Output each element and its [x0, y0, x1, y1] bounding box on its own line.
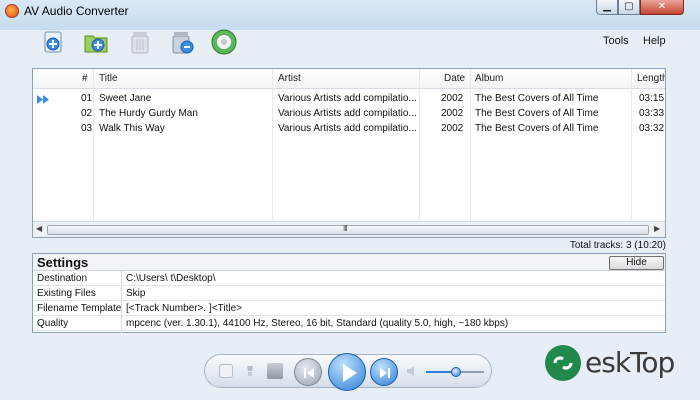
play-button[interactable]	[328, 353, 366, 391]
scroll-left-icon[interactable]: ◀	[36, 224, 42, 233]
column-header-number[interactable]: #	[82, 73, 88, 84]
toolbar: Tools Help	[6, 24, 694, 62]
cell-length: 03:32	[639, 123, 665, 134]
now-playing-icon	[37, 95, 49, 104]
previous-icon	[304, 368, 314, 378]
column-header-artist[interactable]: Artist	[278, 73, 301, 84]
track-list[interactable]: # Title Artist Date Album Length 01 Sweet…	[32, 68, 666, 238]
cell-album: The Best Covers of All Time	[475, 108, 599, 119]
cell-title: The Hurdy Gurdy Man	[99, 108, 198, 119]
cell-num: 02	[81, 108, 93, 119]
menu-help[interactable]: Help	[643, 35, 666, 47]
next-icon	[380, 368, 390, 378]
app-logo-icon	[5, 4, 19, 18]
close-button[interactable]: ✕	[640, 0, 684, 15]
track-list-header: # Title Artist Date Album Length	[33, 69, 665, 89]
player-controls	[204, 353, 492, 391]
cell-length: 03:15	[639, 93, 665, 104]
settings-row[interactable]: Existing Files Skip	[33, 286, 665, 301]
delete-icon[interactable]	[126, 28, 154, 56]
add-file-icon[interactable]	[40, 28, 68, 56]
play-icon	[343, 364, 357, 382]
settings-key: Existing Files	[37, 288, 96, 299]
table-row[interactable]: 03 Walk This Way Various Artists add compi…	[33, 122, 665, 137]
maximize-icon: ▢	[624, 1, 634, 12]
minimize-icon: ▁	[603, 1, 611, 12]
convert-icon[interactable]	[210, 28, 238, 56]
delete-all-icon[interactable]	[168, 28, 196, 56]
horizontal-scrollbar[interactable]: ◀ III ▶	[33, 221, 665, 237]
settings-value: [<Track Number>. ]<Title>	[126, 303, 242, 314]
output-format-icon[interactable]	[219, 364, 233, 378]
cell-album: The Best Covers of All Time	[475, 93, 599, 104]
cell-artist: Various Artists add compilatio...	[278, 93, 417, 104]
column-header-date[interactable]: Date	[444, 73, 465, 84]
window-title: AV Audio Converter	[24, 4, 129, 18]
settings-value: Skip	[126, 288, 146, 299]
total-tracks: Total tracks: 3 (10:20)	[569, 240, 666, 251]
cell-length: 03:33	[639, 108, 665, 119]
settings-row[interactable]: Quality mpcenc (ver. 1.30.1), 44100 Hz, S…	[33, 316, 665, 331]
cell-title: Sweet Jane	[99, 93, 152, 104]
cell-artist: Various Artists add compilatio...	[278, 108, 417, 119]
settings-row[interactable]: Filename Template [<Track Number>. ]<Titl…	[33, 301, 665, 316]
settings-key: Destination	[37, 273, 88, 284]
cell-album: The Best Covers of All Time	[475, 123, 599, 134]
column-header-title[interactable]: Title	[99, 73, 118, 84]
close-icon: ✕	[657, 1, 667, 12]
cell-date: 2002	[441, 123, 464, 134]
table-row[interactable]: 01 Sweet Jane Various Artists add compilat…	[33, 92, 665, 107]
column-header-length[interactable]: Length	[637, 73, 665, 84]
cell-title: Walk This Way	[99, 123, 165, 134]
minimize-button[interactable]: ▁	[596, 0, 618, 15]
column-header-album[interactable]: Album	[475, 73, 503, 84]
scrollbar-thumb[interactable]: III	[47, 224, 649, 235]
settings-key: Filename Template	[37, 303, 122, 314]
hide-settings-button[interactable]: Hide	[609, 256, 664, 270]
settings-title: Settings	[37, 255, 89, 270]
scrollbar-grip: III	[343, 224, 348, 233]
maximize-button[interactable]: ▢	[618, 0, 640, 15]
tag-icon[interactable]	[243, 364, 257, 378]
app-window: AV Audio Converter ▁ ▢ ✕ Tools Help # Ti…	[0, 0, 700, 400]
table-row[interactable]: 02 The Hurdy Gurdy Man Various Artists add…	[33, 107, 665, 122]
menu-tools[interactable]: Tools	[603, 35, 629, 47]
cell-artist: Various Artists add compilatio...	[278, 123, 417, 134]
settings-row[interactable]: Destination C:\Users\ t\Desktop\	[33, 271, 665, 286]
cell-num: 01	[81, 93, 93, 104]
add-folder-icon[interactable]	[82, 28, 110, 56]
volume-slider[interactable]	[426, 367, 484, 377]
watermark-text: eskTop	[585, 346, 675, 379]
scroll-right-icon[interactable]: ▶	[654, 224, 660, 233]
previous-track-button[interactable]	[294, 358, 322, 386]
settings-value: mpcenc (ver. 1.30.1), 44100 Hz, Stereo, …	[126, 318, 509, 329]
cell-date: 2002	[441, 108, 464, 119]
next-track-button[interactable]	[370, 358, 398, 386]
title-bar: AV Audio Converter ▁ ▢ ✕	[0, 0, 700, 22]
watermark-logo-icon	[545, 345, 581, 381]
settings-key: Quality	[37, 318, 69, 329]
settings-panel: Settings Hide Destination C:\Users\ t\Des…	[32, 253, 666, 333]
stop-button[interactable]	[267, 363, 283, 379]
settings-value: C:\Users\ t\Desktop\	[126, 273, 216, 284]
volume-icon[interactable]	[406, 365, 418, 377]
settings-header: Settings Hide	[33, 254, 665, 271]
volume-knob[interactable]	[451, 367, 462, 377]
cell-date: 2002	[441, 93, 464, 104]
cell-num: 03	[81, 123, 93, 134]
